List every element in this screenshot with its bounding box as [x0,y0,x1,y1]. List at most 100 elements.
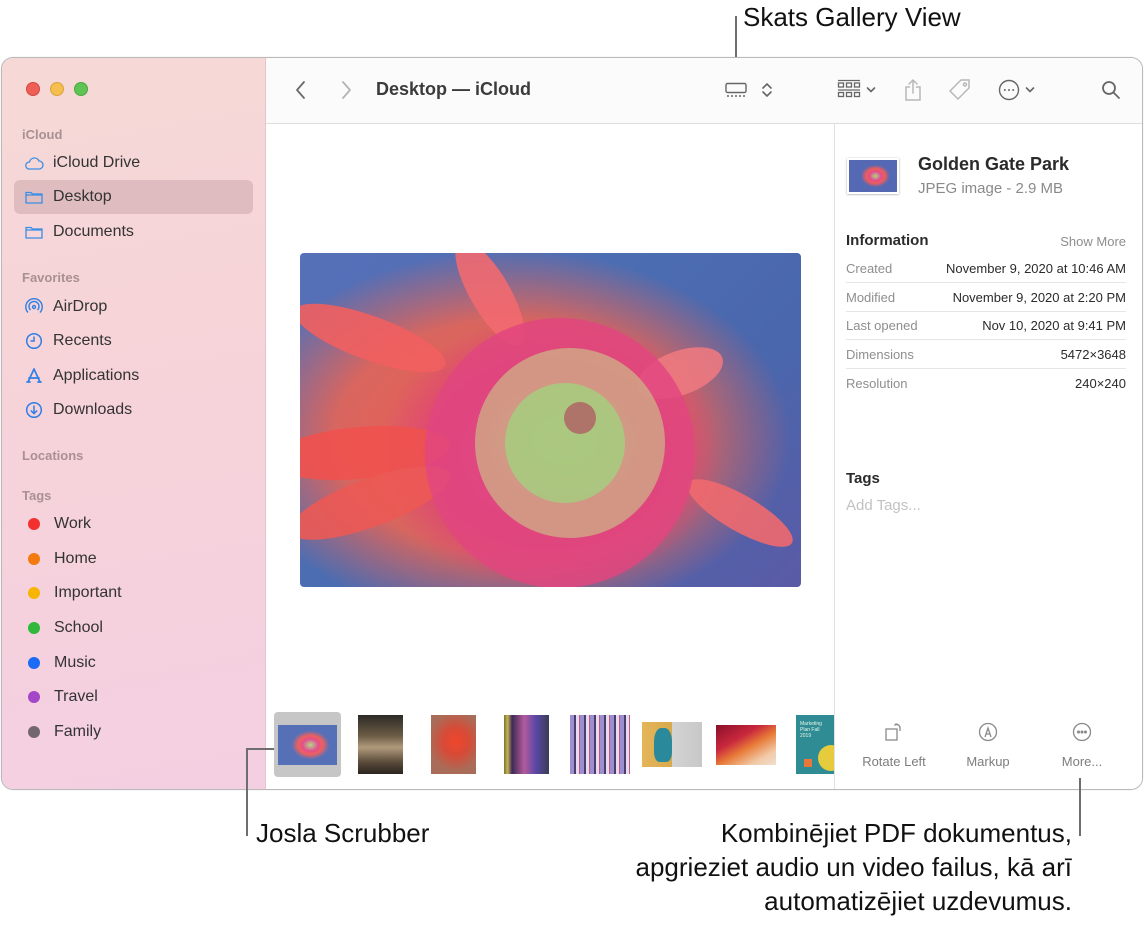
folder-icon [24,187,44,207]
close-window-button[interactable] [26,82,40,96]
sidebar-item-label: Music [54,654,96,671]
tag-color-dot [28,587,40,599]
thumbnail-louisa-parris-document[interactable] [642,722,702,767]
callout-more-actions: Kombinējiet PDF dokumentus, apgrieziet a… [512,816,1073,918]
back-button[interactable] [290,76,312,104]
more-actions-button[interactable]: More... [1037,720,1127,769]
more-icon [1037,720,1127,744]
info-value: 5472×3648 [1060,347,1126,362]
sidebar-tag-family[interactable]: Family [14,715,253,749]
sidebar-item-label: Documents [53,223,134,240]
sidebar-item-label: Work [54,515,92,532]
download-icon [24,400,44,420]
callout-gallery-view: Skats Gallery View [743,2,961,32]
sidebar-item-downloads[interactable]: Downloads [14,393,253,427]
thumbnail-flower-photo[interactable] [274,712,341,777]
show-more-link[interactable]: Show More [1060,234,1126,249]
preview-pane: Golden Gate Park JPEG image - 2.9 MB Inf… [834,124,1142,789]
window-title: Desktop — iCloud [376,79,532,99]
image-preview-golden-gate-park[interactable] [300,253,801,587]
markup-label: Markup [966,754,1010,769]
thumbnail-red-powder-hands-photo[interactable] [431,715,476,774]
sidebar-item-desktop[interactable]: Desktop [14,180,253,214]
sidebar-item-recents[interactable]: Recents [14,324,253,358]
info-value: 240×240 [1075,375,1126,391]
scrubber-bar[interactable]: Marketing Plan Fall 2019 [266,700,834,789]
thumbnail-striped-wall-photo[interactable] [570,715,630,774]
rotate-left-icon [849,720,939,744]
sidebar-tag-school[interactable]: School [14,611,253,645]
action-button[interactable] [994,76,1038,104]
cloud-icon [24,153,44,173]
info-label: Resolution [846,375,908,391]
chevron-down-icon [866,87,875,93]
group-button[interactable] [834,76,878,104]
view-mode-button[interactable] [724,76,774,104]
share-button[interactable] [900,76,926,104]
info-row-modified: Modified November 9, 2020 at 2:20 PM [846,284,1126,312]
thumbnail-forest-road-photo[interactable] [358,715,403,774]
sidebar: iCloud iCloud Drive Desktop Documents Fa… [2,58,266,789]
sidebar-item-applications[interactable]: Applications [14,359,253,393]
sidebar-item-icloud-drive[interactable]: iCloud Drive [14,146,253,180]
thumbnail-marketing-plan-document[interactable]: Marketing Plan Fall 2019 [796,715,834,774]
sidebar-heading-icloud: iCloud [22,127,63,142]
sidebar-heading-locations[interactable]: Locations [22,448,83,463]
gallery-view-icon [725,82,747,97]
info-label: Last opened [846,318,918,333]
info-value: November 9, 2020 at 2:20 PM [952,290,1126,305]
sidebar-item-label: Desktop [53,188,112,205]
sidebar-item-documents[interactable]: Documents [14,215,253,249]
sidebar-tag-music[interactable]: Music [14,646,253,680]
action-icon [998,79,1019,101]
info-label: Modified [846,290,896,305]
tag-color-dot [28,691,40,703]
info-value: Nov 10, 2020 at 9:41 PM [982,318,1126,333]
sidebar-item-label: Family [54,723,102,740]
file-thumbnail [847,158,899,194]
sidebar-heading-tags: Tags [22,488,52,503]
tag-color-dot [28,553,40,565]
finder-window: iCloud iCloud Drive Desktop Documents Fa… [1,57,1143,790]
forward-button[interactable] [335,76,357,104]
sidebar-item-label: Travel [54,688,98,705]
callout-scrubber-line [246,748,248,836]
clock-icon [24,331,44,351]
sidebar-heading-favorites: Favorites [22,270,80,285]
rotate-left-button[interactable]: Rotate Left [849,720,939,769]
sidebar-item-label: Applications [53,367,140,384]
sidebar-tag-travel[interactable]: Travel [14,680,253,714]
sidebar-tag-important[interactable]: Important [14,576,253,610]
info-value: November 9, 2020 at 10:46 AM [946,261,1126,276]
forward-icon [342,81,351,99]
sidebar-item-label: Home [54,550,97,567]
callout-scrubber-hline [246,748,274,750]
more-label: More... [1061,754,1103,769]
applications-icon [24,366,44,386]
tag-button[interactable] [946,76,974,104]
file-kind-size: JPEG image - 2.9 MB [918,180,1064,197]
callout-more-line-1: Kombinējiet PDF dokumentus, [720,818,1072,848]
sidebar-item-label: Downloads [53,401,133,418]
sidebar-tag-home[interactable]: Home [14,542,253,576]
thumbnail-abstract-gradient-image[interactable] [716,725,776,765]
tag-icon [948,79,970,101]
sidebar-item-label: iCloud Drive [53,154,141,171]
thumbnail-neon-portrait-photo[interactable] [504,715,549,774]
sidebar-item-label: AirDrop [53,298,108,315]
sidebar-item-airdrop[interactable]: AirDrop [14,290,253,324]
callout-more-line-2: apgrieziet audio un video failus, kā arī [635,852,1073,882]
markup-button[interactable]: Markup [943,720,1033,769]
callout-more-line-3: automatizējiet uzdevumus. [764,886,1072,916]
add-tags-field[interactable]: Add Tags... [846,497,921,514]
window-controls [26,82,88,96]
sidebar-tag-work[interactable]: Work [14,507,253,541]
toolbar: Desktop — iCloud [266,58,1142,124]
chevron-down-icon [1025,87,1034,93]
fullscreen-window-button[interactable] [74,82,88,96]
tag-color-dot [28,726,40,738]
tags-heading: Tags [846,470,880,487]
minimize-window-button[interactable] [50,82,64,96]
search-button[interactable] [1098,76,1124,104]
info-label: Dimensions [846,347,914,362]
